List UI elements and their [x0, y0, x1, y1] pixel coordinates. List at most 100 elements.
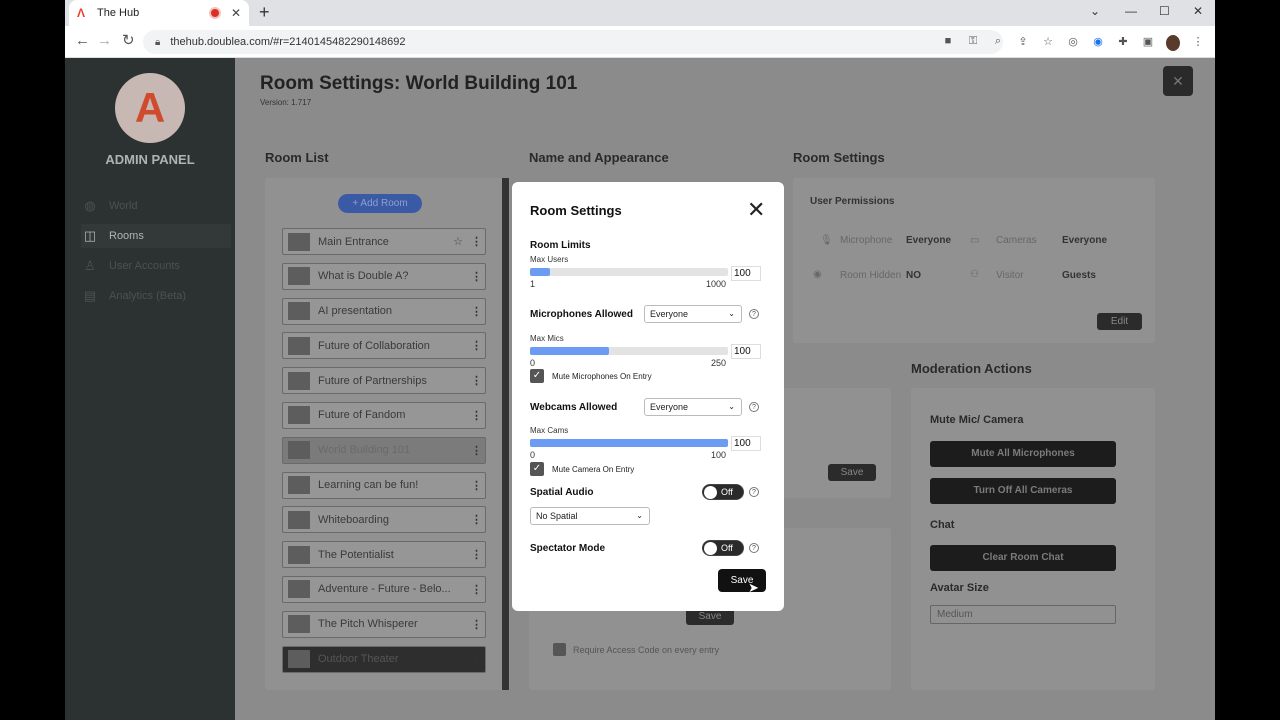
- max-users-input[interactable]: 100: [731, 266, 761, 281]
- microphones-allowed-select[interactable]: Everyone ⌄: [644, 305, 742, 323]
- close-window-icon[interactable]: ✕: [1193, 4, 1203, 18]
- sidebar-item-world[interactable]: ◍ World: [81, 194, 231, 218]
- max-mics-input[interactable]: 100: [731, 344, 761, 359]
- more-menu-icon[interactable]: ⋮: [471, 583, 482, 596]
- list-item[interactable]: AI presentation ⋮: [282, 297, 486, 325]
- help-icon[interactable]: ?: [749, 543, 759, 553]
- room-thumbnail: [288, 336, 310, 355]
- max-mics-min: 0: [530, 358, 536, 368]
- close-page-button[interactable]: ✕: [1163, 66, 1193, 96]
- max-cams-slider[interactable]: [530, 439, 728, 447]
- list-item[interactable]: Future of Collaboration ⋮: [282, 332, 486, 360]
- mute-mics-checkbox[interactable]: ✓: [530, 369, 544, 383]
- list-item-selected[interactable]: World Building 101 ⋮: [282, 436, 486, 464]
- list-item[interactable]: Adventure - Future - Belo... ⋮: [282, 575, 486, 603]
- list-item[interactable]: Main Entrance ☆ ⋮: [282, 228, 486, 255]
- help-icon[interactable]: ?: [749, 487, 759, 497]
- more-menu-icon[interactable]: ⋮: [471, 235, 482, 248]
- edit-button[interactable]: Edit: [1097, 313, 1142, 330]
- tab-search-icon[interactable]: ⌄: [1090, 4, 1100, 18]
- spectator-mode-toggle[interactable]: Off: [702, 540, 744, 556]
- max-users-max: 1000: [706, 279, 727, 289]
- max-mics-slider[interactable]: [530, 347, 728, 355]
- turn-off-cameras-button[interactable]: Turn Off All Cameras: [930, 478, 1116, 504]
- mics-select-value: Everyone: [650, 309, 689, 319]
- room-list: Main Entrance ☆ ⋮ What is Double A? ⋮ AI pr…: [282, 228, 486, 680]
- tab-close-icon[interactable]: ✕: [231, 6, 241, 20]
- more-menu-icon[interactable]: ⋮: [471, 374, 482, 387]
- room-thumbnail: [288, 510, 310, 529]
- avatar-size-select[interactable]: Medium: [930, 605, 1116, 624]
- room-list-scrollbar[interactable]: [502, 178, 509, 690]
- moderation-panel: [911, 388, 1155, 690]
- add-room-button[interactable]: + Add Room: [338, 194, 422, 213]
- help-icon[interactable]: ?: [749, 402, 759, 412]
- list-item[interactable]: The Potentialist ⋮: [282, 541, 486, 569]
- sidebar-item-label: Rooms: [109, 230, 144, 242]
- url-field[interactable]: 🔒︎ thehub.doublea.com/#r=214014548229014…: [143, 30, 1003, 54]
- require-code-checkbox[interactable]: [553, 643, 566, 656]
- name-save-button[interactable]: Save: [828, 464, 876, 481]
- forward-icon[interactable]: →: [97, 33, 112, 48]
- modal-close-icon[interactable]: ✕: [747, 199, 765, 221]
- reload-icon[interactable]: ↻: [122, 33, 135, 48]
- mute-camera-checkbox[interactable]: ✓: [530, 462, 544, 476]
- more-menu-icon[interactable]: ⋮: [471, 513, 482, 526]
- user-permissions-label: User Permissions: [810, 196, 895, 207]
- clear-chat-button[interactable]: Clear Room Chat: [930, 545, 1116, 571]
- zoom-icon[interactable]: ⌕: [991, 35, 1005, 51]
- list-item[interactable]: Whiteboarding ⋮: [282, 506, 486, 534]
- more-menu-icon[interactable]: ⋮: [471, 618, 482, 631]
- more-menu-icon[interactable]: ⋮: [471, 548, 482, 561]
- more-menu-icon[interactable]: ⋮: [471, 305, 482, 318]
- max-cams-input[interactable]: 100: [731, 436, 761, 451]
- webcams-allowed-select[interactable]: Everyone ⌄: [644, 398, 742, 416]
- menu-icon[interactable]: ⋮: [1191, 35, 1205, 51]
- key-icon[interactable]: ⚿: [966, 35, 980, 51]
- spatial-audio-label: Spatial Audio: [530, 487, 594, 498]
- mute-all-microphones-button[interactable]: Mute All Microphones: [930, 441, 1116, 467]
- new-tab-icon[interactable]: +: [259, 3, 270, 21]
- logo: A: [115, 73, 185, 143]
- more-menu-icon[interactable]: ⋮: [471, 653, 482, 666]
- max-users-slider[interactable]: [530, 268, 728, 276]
- sidepanel-icon[interactable]: ▣: [1141, 35, 1155, 51]
- list-item[interactable]: Learning can be fun! ⋮: [282, 471, 486, 499]
- more-menu-icon[interactable]: ⋮: [471, 270, 482, 283]
- sidebar: A ADMIN PANEL ◍ World ◫ Rooms ♙ User Acc…: [65, 58, 235, 720]
- spatial-mode-select[interactable]: No Spatial ⌄: [530, 507, 650, 525]
- browser-tab[interactable]: Λ The Hub ✕: [69, 0, 249, 26]
- star-icon[interactable]: ☆: [453, 235, 463, 248]
- chat-heading: Chat: [930, 519, 955, 531]
- sidebar-item-rooms[interactable]: ◫ Rooms: [81, 224, 231, 248]
- more-menu-icon[interactable]: ⋮: [471, 444, 482, 457]
- more-menu-icon[interactable]: ⋮: [471, 479, 482, 492]
- list-item[interactable]: What is Double A? ⋮: [282, 262, 486, 290]
- more-menu-icon[interactable]: ⋮: [471, 339, 482, 352]
- bookmark-star-icon[interactable]: ☆: [1041, 35, 1055, 51]
- maximize-icon[interactable]: ☐: [1159, 4, 1170, 18]
- sidebar-item-analytics[interactable]: ▤ Analytics (Beta): [81, 284, 231, 308]
- share-icon[interactable]: ⇪: [1016, 35, 1030, 51]
- spatial-audio-toggle[interactable]: Off: [702, 484, 744, 500]
- chevron-down-icon: ⌄: [636, 511, 643, 520]
- max-cams-min: 0: [530, 450, 536, 460]
- sidebar-item-user-accounts[interactable]: ♙ User Accounts: [81, 254, 231, 278]
- help-icon[interactable]: ?: [749, 309, 759, 319]
- list-item[interactable]: Future of Partnerships ⋮: [282, 367, 486, 395]
- minimize-icon[interactable]: —: [1125, 4, 1137, 18]
- browser-window: Λ The Hub ✕ + ⌄ — ☐ ✕ ← → ↻ 🔒︎ thehub.do…: [65, 0, 1215, 720]
- hub-favicon-icon: Λ: [77, 6, 86, 20]
- extension-icon[interactable]: ◎: [1066, 35, 1080, 51]
- room-limits-label: Room Limits: [530, 240, 591, 251]
- profile-avatar[interactable]: [1166, 35, 1180, 51]
- extension2-icon[interactable]: ◉: [1091, 35, 1105, 51]
- more-menu-icon[interactable]: ⋮: [471, 409, 482, 422]
- back-icon[interactable]: ←: [75, 33, 90, 48]
- max-cams-fill: [530, 439, 728, 447]
- list-item[interactable]: Future of Fandom ⋮: [282, 401, 486, 429]
- list-item[interactable]: Outdoor Theater ⋮: [282, 645, 486, 673]
- camera-icon[interactable]: ■: [941, 35, 955, 51]
- list-item[interactable]: The Pitch Whisperer ⋮: [282, 610, 486, 638]
- puzzle-icon[interactable]: ✚: [1116, 35, 1130, 51]
